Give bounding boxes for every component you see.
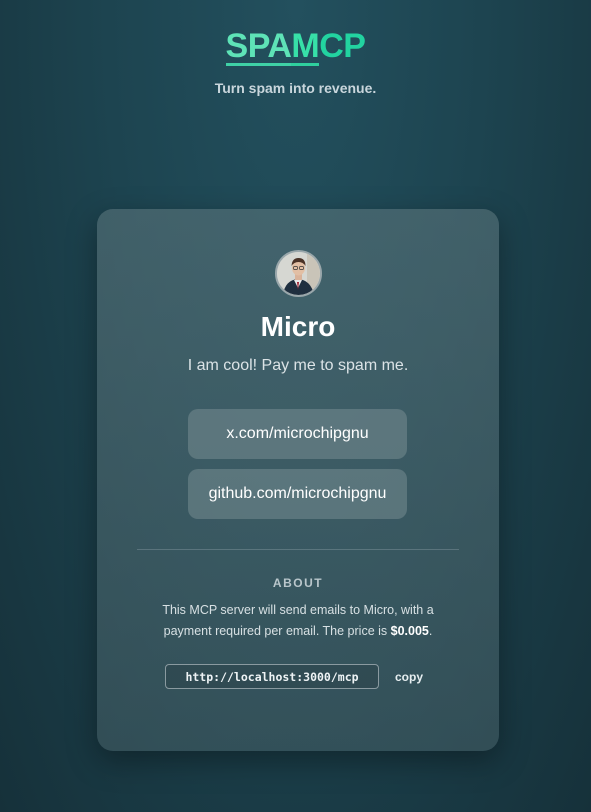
link-github-profile[interactable]: github.com/microchipgnu [188, 469, 407, 519]
header: SPAMCP Turn spam into revenue. [0, 26, 591, 96]
link-x-profile[interactable]: x.com/microchipgnu [188, 409, 407, 459]
tagline: Turn spam into revenue. [214, 80, 377, 96]
profile-bio: I am cool! Pay me to spam me. [187, 357, 409, 374]
endpoint-url-field[interactable]: http://localhost:3000/mcp [165, 664, 379, 689]
about-text-end: . [428, 624, 433, 638]
logo-part-spa: SPA [225, 27, 292, 66]
price-value: $0.005 [390, 624, 429, 638]
about-title: ABOUT [272, 576, 324, 590]
logo-part-m: M [291, 27, 320, 66]
avatar-image [277, 252, 320, 295]
about-text: This MCP server will send emails to Micr… [137, 600, 459, 642]
copy-button[interactable]: copy [395, 664, 423, 689]
logo-part-cp: CP [319, 27, 366, 65]
avatar [275, 250, 322, 297]
profile-name: Micro [260, 311, 336, 342]
divider [137, 549, 459, 550]
logo[interactable]: SPAMCP [225, 26, 366, 66]
profile-card: Micro I am cool! Pay me to spam me. x.co… [97, 209, 499, 751]
